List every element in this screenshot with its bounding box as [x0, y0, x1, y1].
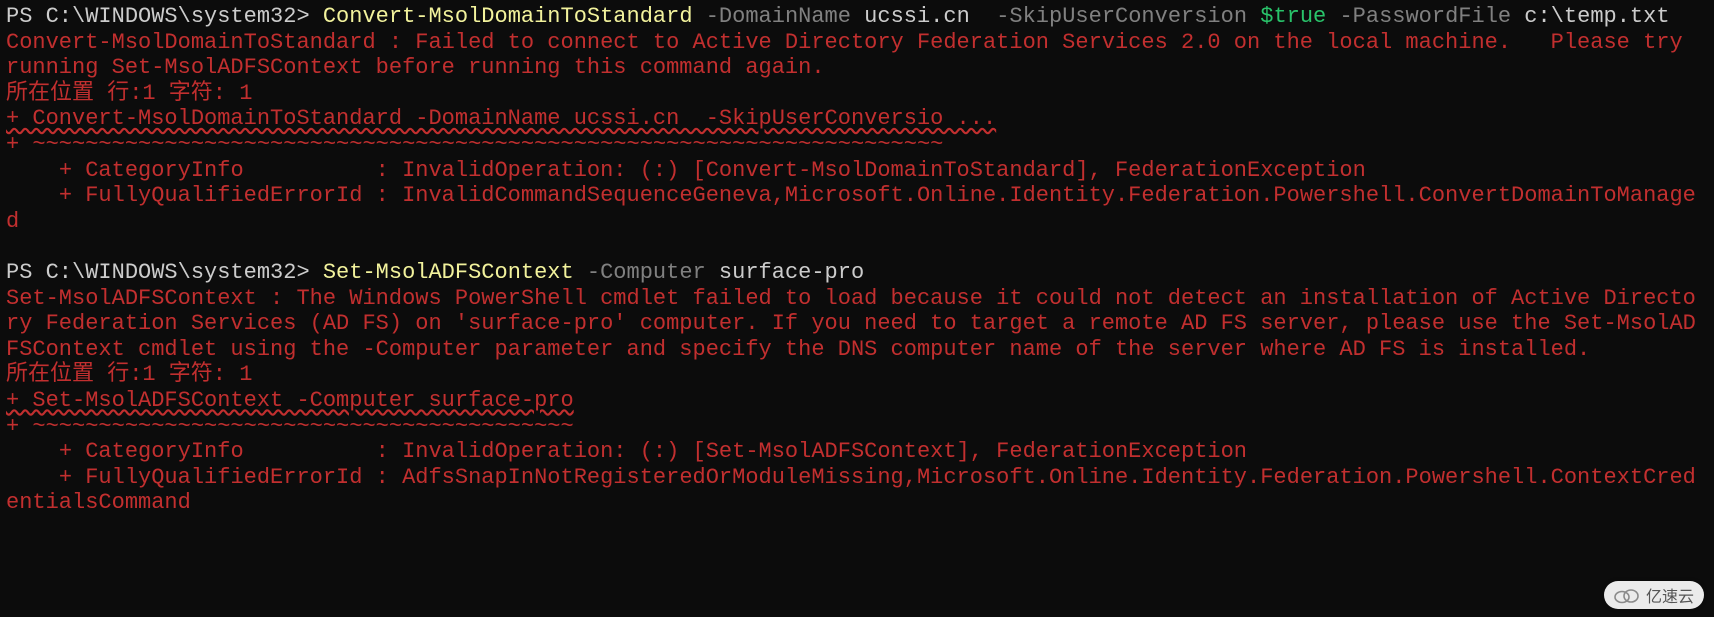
- arg-passwordfile: c:\temp.txt: [1511, 4, 1669, 29]
- param-domainname: -DomainName: [693, 4, 851, 29]
- error-command-echo: + Convert-MsolDomainToStandard -DomainNa…: [6, 106, 996, 131]
- powershell-terminal[interactable]: PS C:\WINDOWS\system32> Convert-MsolDoma…: [0, 0, 1714, 617]
- error-categoryinfo: + CategoryInfo : InvalidOperation: (:) […: [6, 158, 1366, 183]
- error-underline: + ~~~~~~~~~~~~~~~~~~~~~~~~~~~~~~~~~~~~~~…: [6, 132, 943, 157]
- watermark-text: 亿速云: [1646, 583, 1694, 607]
- param-passwordfile: -PasswordFile: [1326, 4, 1511, 29]
- param-skipuserconversion: -SkipUserConversion: [983, 4, 1247, 29]
- arg-true: $true: [1247, 4, 1326, 29]
- param-computer: -Computer: [574, 260, 706, 285]
- watermark-badge: 亿速云: [1604, 581, 1704, 609]
- arg-computer: surface-pro: [706, 260, 864, 285]
- prompt: PS C:\WINDOWS\system32>: [6, 4, 323, 29]
- error-message: Convert-MsolDomainToStandard : Failed to…: [6, 30, 1696, 81]
- error-command-echo: + Set-MsolADFSContext -Computer surface-…: [6, 388, 574, 413]
- cloud-icon: [1612, 586, 1640, 604]
- error-message: Set-MsolADFSContext : The Windows PowerS…: [6, 286, 1696, 362]
- error-location: 所在位置 行:1 字符: 1: [6, 362, 252, 387]
- cmdlet-name: Set-MsolADFSContext: [323, 260, 574, 285]
- error-categoryinfo: + CategoryInfo : InvalidOperation: (:) […: [6, 439, 1247, 464]
- error-fullyqualifiederrorid: + FullyQualifiedErrorId : InvalidCommand…: [6, 183, 1696, 234]
- arg-domainname: ucssi.cn: [851, 4, 983, 29]
- error-underline: + ~~~~~~~~~~~~~~~~~~~~~~~~~~~~~~~~~~~~~~…: [6, 414, 574, 439]
- prompt: PS C:\WINDOWS\system32>: [6, 260, 323, 285]
- cmdlet-name: Convert-MsolDomainToStandard: [323, 4, 693, 29]
- error-location: 所在位置 行:1 字符: 1: [6, 81, 252, 106]
- error-fullyqualifiederrorid: + FullyQualifiedErrorId : AdfsSnapInNotR…: [6, 465, 1696, 516]
